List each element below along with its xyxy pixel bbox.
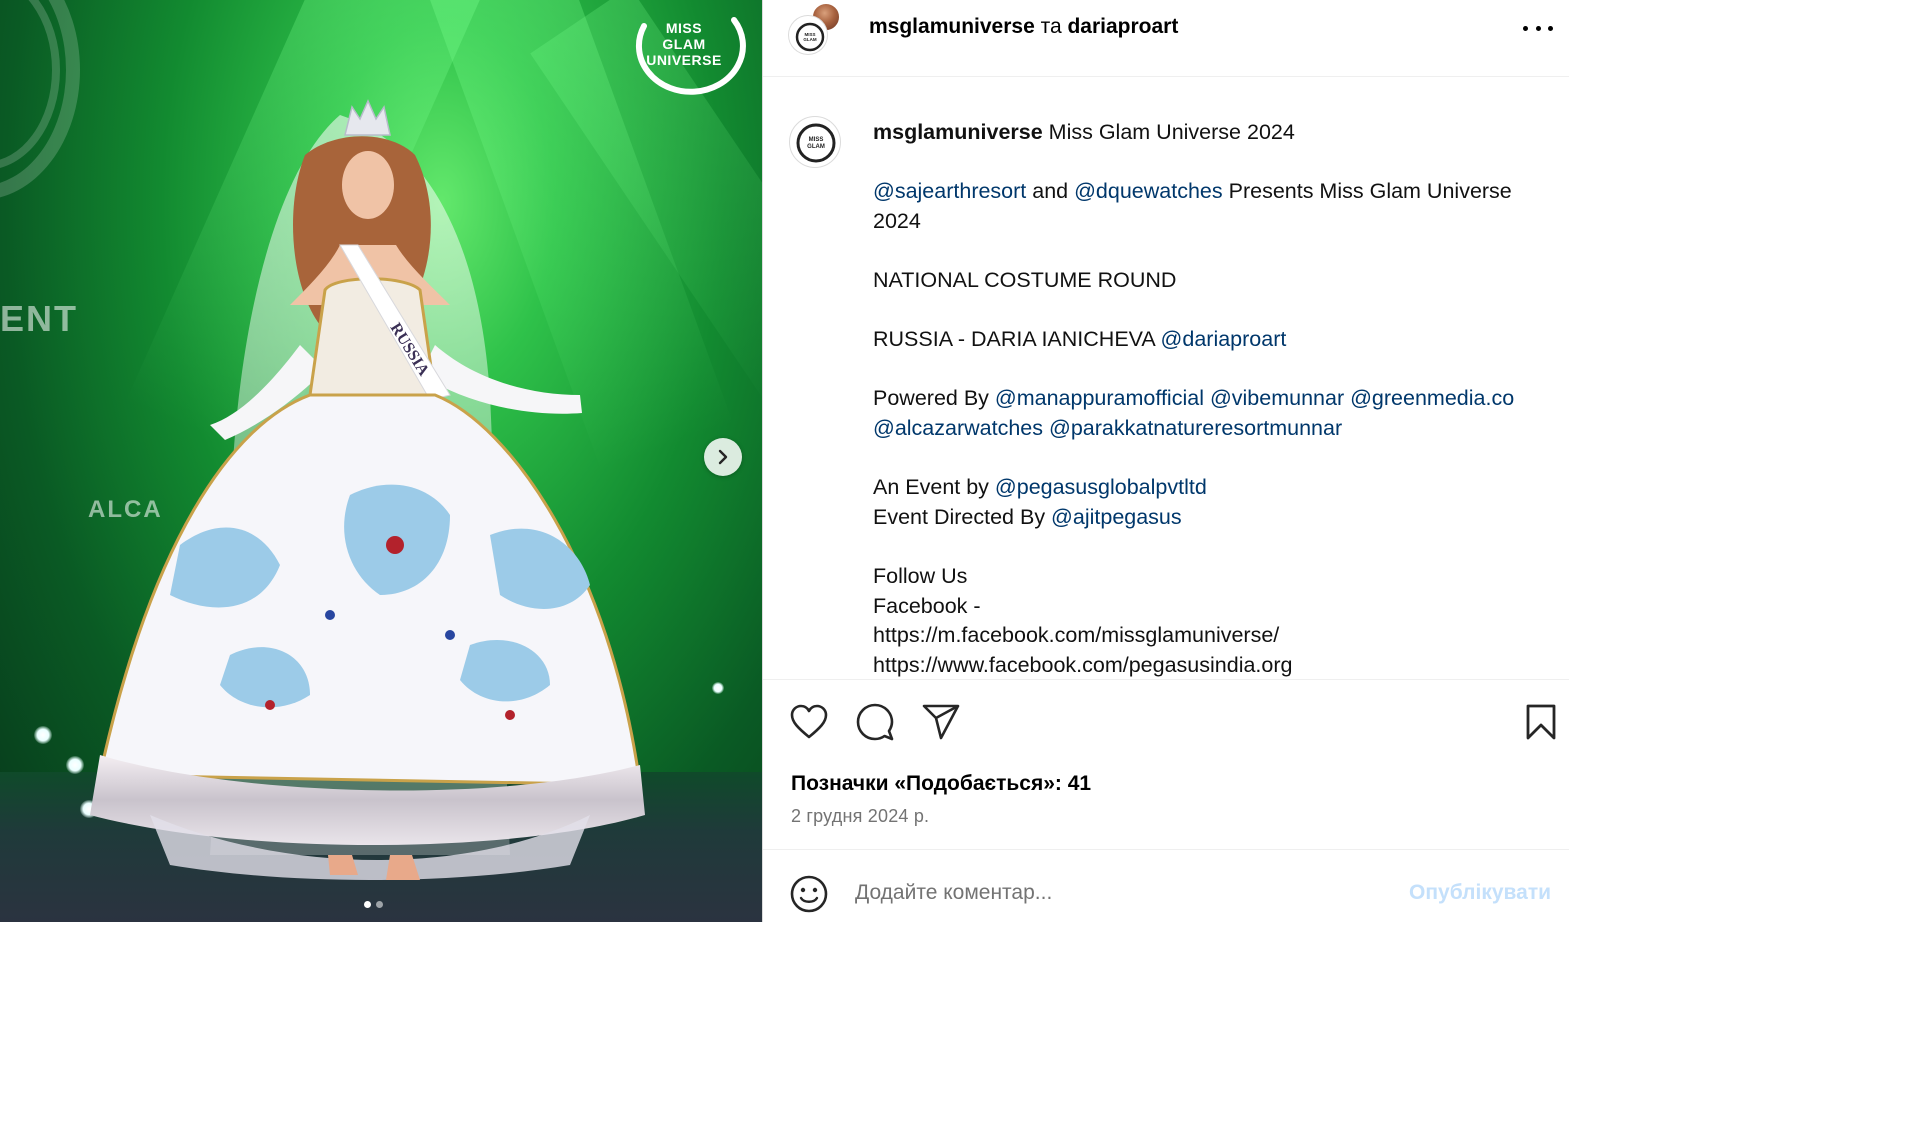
caption-follow: Follow Us	[873, 563, 968, 588]
like-button[interactable]	[789, 702, 829, 742]
stage-bulb	[712, 682, 724, 694]
comment-button[interactable]	[855, 702, 895, 742]
more-options-button[interactable]	[1523, 16, 1553, 40]
post-header-title: msglamuniverse та dariaproart	[869, 14, 1178, 40]
mention-link[interactable]: @alcazarwatches	[873, 416, 1043, 440]
caption-text-segment: and	[1026, 179, 1075, 204]
comment-bar: Опублікувати	[763, 850, 1569, 922]
logo-line: MISS	[665, 20, 703, 36]
header-conjunction: та	[1034, 15, 1068, 38]
caption-round: NATIONAL COSTUME ROUND	[873, 267, 1177, 292]
author-username[interactable]: msglamuniverse	[869, 15, 1035, 38]
more-icon	[1535, 25, 1541, 31]
mention-link[interactable]: @sajearthresort	[873, 179, 1026, 203]
carousel-next-button[interactable]	[704, 438, 742, 476]
caption-link: https://www.facebook.com/pegasusindia.or…	[873, 652, 1293, 677]
mention-link[interactable]: @ajitpegasus	[1051, 505, 1182, 529]
mention-link[interactable]: @dquewatches	[1074, 179, 1223, 203]
contestant-figure: RUSSIA	[90, 99, 645, 880]
chevron-right-icon	[718, 449, 728, 465]
emoji-icon[interactable]	[789, 874, 829, 914]
comment-input[interactable]	[855, 876, 1395, 910]
caption-powered-label: Powered By	[873, 386, 995, 411]
mention-link[interactable]: @vibemunnar	[1210, 386, 1344, 410]
caption-author[interactable]: msglamuniverse	[873, 120, 1043, 144]
author-avatar[interactable]: MISS GLAM	[789, 16, 827, 54]
more-icon	[1548, 25, 1553, 31]
caption-directed-label: Event Directed By	[873, 504, 1052, 529]
stage-text: ENT	[0, 298, 78, 339]
post-photo[interactable]: ENT ALCA RUSSIA MISS GLAM UNIVERSE	[0, 0, 762, 922]
mention-link[interactable]: @greenmedia.co	[1350, 386, 1514, 410]
caption-link: https://m.facebook.com/missglamuniverse/	[873, 623, 1280, 648]
caption-author-avatar[interactable]: MISS GLAM	[789, 116, 841, 168]
collaborator-username[interactable]: dariaproart	[1067, 15, 1178, 38]
heart-icon	[790, 704, 828, 739]
stage-bulb	[66, 756, 84, 774]
carousel-indicator	[364, 901, 383, 908]
more-icon	[1523, 25, 1528, 31]
caption-event-label: An Event by	[873, 475, 995, 500]
carousel-dot	[364, 901, 371, 908]
brand-logo: MISS GLAM UNIVERSE	[626, 6, 746, 106]
svg-text:GLAM: GLAM	[803, 37, 816, 42]
caption-facebook: Facebook -	[873, 593, 981, 618]
author-logo-icon: MISS GLAM	[795, 22, 825, 52]
svg-text:MISS: MISS	[809, 137, 824, 143]
share-icon	[922, 704, 960, 740]
post-caption: MISS GLAM msglamuniverse Miss Glam Unive…	[763, 78, 1569, 679]
caption-title: Miss Glam Universe 2024	[1042, 120, 1295, 144]
publish-button[interactable]: Опублікувати	[1409, 881, 1551, 905]
bookmark-icon	[1526, 704, 1556, 740]
mention-link[interactable]: @parakkatnatureresortmunnar	[1049, 416, 1342, 440]
likes-count[interactable]: Позначки «Подобається»: 41	[791, 772, 1091, 796]
svg-text:GLAM: GLAM	[807, 144, 825, 150]
save-button[interactable]	[1521, 702, 1561, 742]
mention-link[interactable]: @dariaproart	[1161, 327, 1287, 351]
logo-line: GLAM	[662, 36, 706, 52]
post-date[interactable]: 2 грудня 2024 р.	[791, 806, 929, 827]
share-button[interactable]	[921, 702, 961, 742]
logo-line: UNIVERSE	[646, 52, 722, 68]
caption-text: msglamuniverse Miss Glam Universe 2024 @…	[873, 118, 1563, 679]
caption-contestant: RUSSIA - DARIA IANICHEVA	[873, 327, 1161, 352]
collab-avatars[interactable]: MISS GLAM	[789, 2, 845, 54]
post-side-panel: MISS GLAM msglamuniverse та dariaproart …	[762, 0, 1569, 922]
mention-link[interactable]: @manappuramofficial	[995, 386, 1204, 410]
post-header: MISS GLAM msglamuniverse та dariaproart	[763, 0, 1569, 77]
stage-bulb	[34, 726, 52, 744]
comment-icon	[856, 703, 894, 741]
author-logo-icon: MISS GLAM	[796, 123, 836, 163]
carousel-dot	[376, 901, 383, 908]
post-actions: Позначки «Подобається»: 41 2 грудня 2024…	[763, 679, 1569, 850]
mention-link[interactable]: @pegasusglobalpvtltd	[995, 475, 1207, 499]
